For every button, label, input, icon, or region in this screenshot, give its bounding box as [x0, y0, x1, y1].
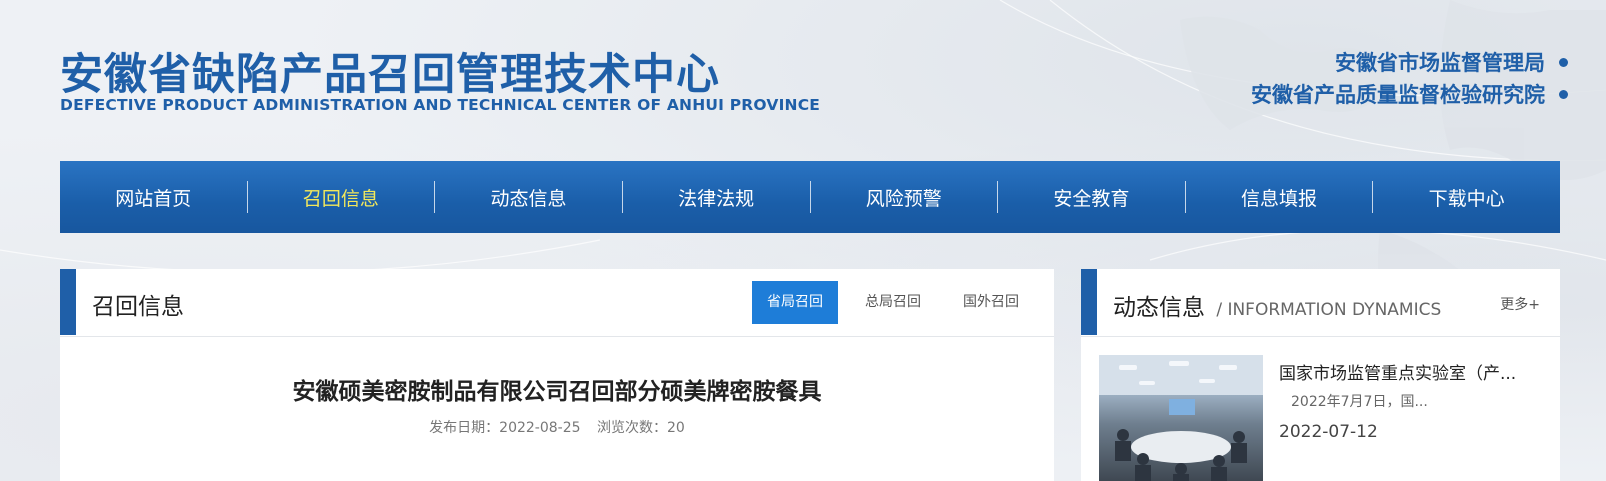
news-desc: 2022年7月7日，国... — [1291, 394, 1428, 410]
side-title-en: / INFORMATION DYNAMICS — [1216, 300, 1442, 320]
main-nav: 网站首页 召回信息 动态信息 法律法规 风险预警 安全教育 信息填报 下载中心 — [60, 161, 1560, 233]
nav-item-dynamics[interactable]: 动态信息 — [435, 184, 622, 211]
recall-panel: 召回信息 省局召回 总局召回 国外召回 安徽硕美密胺制品有限公司召回部分硕美牌密… — [60, 269, 1054, 481]
org-link-quality-institute[interactable]: 安徽省产品质量监督检验研究院 — [1251, 78, 1568, 110]
news-title[interactable]: 国家市场监管重点实验室（产... — [1279, 359, 1516, 384]
more-link[interactable]: 更多+ — [1500, 294, 1540, 314]
nav-item-home[interactable]: 网站首页 — [60, 184, 247, 211]
article-title: 安徽硕美密胺制品有限公司召回部分硕美牌密胺餐具 — [292, 379, 822, 405]
org-link-label: 安徽省市场监督管理局 — [1335, 51, 1545, 75]
panel-title: 召回信息 — [92, 294, 184, 320]
bullet-icon — [1559, 89, 1568, 99]
publish-date: 发布日期：2022-08-25 — [429, 420, 581, 436]
view-count: 浏览次数：20 — [597, 420, 685, 436]
org-link-label: 安徽省产品质量监督检验研究院 — [1251, 83, 1545, 107]
org-link-market-supervision[interactable]: 安徽省市场监督管理局 — [1251, 46, 1568, 78]
news-date: 2022-07-12 — [1279, 422, 1378, 442]
accent-bar — [1081, 269, 1097, 335]
nav-item-laws[interactable]: 法律法规 — [623, 184, 810, 211]
nav-item-safety-education[interactable]: 安全教育 — [998, 184, 1185, 211]
site-header: 安徽省缺陷产品召回管理技术中心 DEFECTIVE PRODUCT ADMINI… — [0, 0, 1606, 160]
recall-panel-header: 召回信息 省局召回 总局召回 国外召回 — [60, 269, 1054, 337]
dynamics-panel-header: 动态信息 / INFORMATION DYNAMICS 更多+ — [1081, 269, 1560, 337]
bullet-icon — [1559, 57, 1568, 67]
nav-item-risk-warning[interactable]: 风险预警 — [811, 184, 998, 211]
recall-tabs: 省局召回 总局召回 国外召回 — [740, 281, 1034, 324]
site-subtitle: DEFECTIVE PRODUCT ADMINISTRATION AND TEC… — [60, 96, 821, 114]
org-links: 安徽省市场监督管理局 安徽省产品质量监督检验研究院 — [1251, 46, 1568, 110]
tab-national-recall[interactable]: 总局召回 — [850, 281, 936, 324]
nav-item-downloads[interactable]: 下载中心 — [1373, 184, 1560, 211]
tab-provincial-recall[interactable]: 省局召回 — [752, 281, 838, 324]
side-title-cn: 动态信息 — [1113, 295, 1205, 321]
article-meta: 发布日期：2022-08-25 浏览次数：20 — [60, 417, 1054, 437]
news-thumbnail[interactable] — [1099, 355, 1263, 481]
tab-foreign-recall[interactable]: 国外召回 — [948, 281, 1034, 324]
site-title[interactable]: 安徽省缺陷产品召回管理技术中心 — [60, 40, 720, 102]
side-title: 动态信息 / INFORMATION DYNAMICS — [1113, 288, 1441, 322]
dynamics-panel: 动态信息 / INFORMATION DYNAMICS 更多+ 国家市场监管重点… — [1081, 269, 1560, 481]
accent-bar — [60, 269, 76, 335]
nav-item-recall-info[interactable]: 召回信息 — [248, 184, 435, 211]
nav-item-info-report[interactable]: 信息填报 — [1186, 184, 1373, 211]
